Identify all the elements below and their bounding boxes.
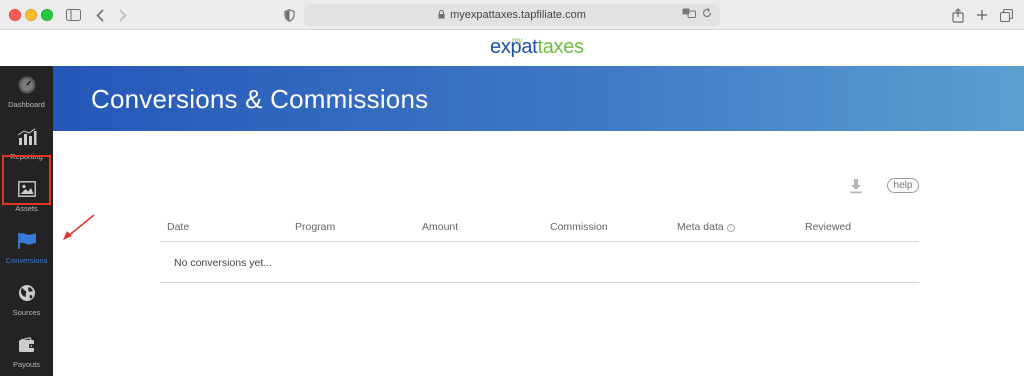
address-bar[interactable]: myexpattaxes.tapfiliate.com (304, 4, 720, 26)
sidebar-item-dashboard[interactable]: Dashboard (0, 66, 53, 118)
table-empty-row: No conversions yet... (160, 242, 919, 283)
brand-logo[interactable]: my expattaxes (490, 36, 584, 58)
page-header-banner: Conversions & Commissions (53, 66, 1024, 131)
back-arrow-icon[interactable] (93, 5, 107, 25)
download-icon (850, 179, 862, 194)
minimize-window-button[interactable] (25, 9, 37, 21)
download-button[interactable] (849, 178, 863, 194)
column-header-meta-data[interactable]: Meta data i (677, 221, 735, 233)
column-header-date[interactable]: Date (167, 221, 189, 233)
sidebar-toggle-icon[interactable] (64, 5, 82, 25)
privacy-shield-icon[interactable] (282, 5, 296, 25)
conversions-highlight-box (2, 155, 51, 205)
wallet-icon (16, 334, 38, 356)
sidebar-nav: Dashboard Reporting Assets Conversions S… (0, 66, 53, 376)
help-button[interactable]: help (887, 178, 919, 193)
forward-arrow-icon[interactable] (116, 5, 130, 25)
info-icon[interactable]: i (726, 224, 735, 232)
sidebar-item-sources[interactable]: Sources (0, 274, 53, 326)
annotation-arrow-icon (63, 214, 95, 240)
flag-icon (16, 230, 38, 252)
logo-bar: my expattaxes (0, 31, 1024, 66)
share-icon[interactable] (950, 5, 966, 25)
translate-icon[interactable] (682, 7, 696, 21)
browser-toolbar: myexpattaxes.tapfiliate.com (0, 0, 1024, 30)
page-title: Conversions & Commissions (91, 84, 429, 114)
column-header-program[interactable]: Program (295, 221, 335, 233)
sidebar-item-payouts[interactable]: Payouts (0, 326, 53, 378)
tab-overview-icon[interactable] (998, 5, 1014, 25)
speedometer-icon (16, 74, 38, 96)
sidebar-item-conversions[interactable]: Conversions (0, 222, 53, 274)
conversions-table-header: Date Program Amount Commission Meta data… (160, 214, 919, 242)
lock-icon (438, 9, 445, 21)
address-url: myexpattaxes.tapfiliate.com (450, 9, 586, 21)
reload-icon[interactable] (702, 7, 712, 21)
close-window-button[interactable] (9, 9, 21, 21)
new-tab-icon[interactable] (974, 5, 990, 25)
column-header-commission[interactable]: Commission (550, 221, 608, 233)
empty-message: No conversions yet... (174, 257, 273, 269)
column-header-reviewed[interactable]: Reviewed (805, 221, 851, 233)
bar-chart-icon (16, 126, 38, 148)
column-header-amount[interactable]: Amount (422, 221, 458, 233)
zoom-window-button[interactable] (41, 9, 53, 21)
globe-icon (16, 282, 38, 304)
